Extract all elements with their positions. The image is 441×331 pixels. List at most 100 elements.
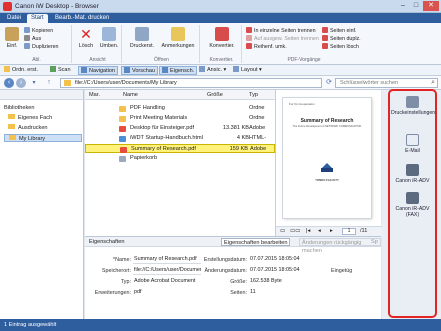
view-toolbar: Ordn. erst. Scan Navigation Vorschau Eig… bbox=[0, 65, 441, 76]
column-mark[interactable]: Mar. bbox=[89, 90, 100, 100]
column-size[interactable]: Größe bbox=[207, 90, 223, 100]
status-text: 1 Eintrag ausgewählt bbox=[4, 322, 57, 328]
scan-icon bbox=[50, 66, 56, 72]
view-menu-button[interactable]: Ansic. ▾ bbox=[197, 66, 228, 75]
insert-pages-button[interactable]: Seiten einf. bbox=[322, 27, 357, 34]
document-subtitle: The Future Development of NETWORK COMMUN… bbox=[292, 125, 362, 128]
document-title: Summary of Research bbox=[300, 118, 354, 124]
reverse-order-button[interactable]: Reihenf. umk. bbox=[246, 43, 287, 50]
first-page-icon[interactable]: |◂ bbox=[306, 227, 310, 236]
rename-button[interactable]: Umben. bbox=[98, 27, 120, 49]
properties-title: Eigenschaften bbox=[89, 239, 125, 245]
up-folder-icon[interactable]: ↑ bbox=[44, 78, 54, 88]
convert-button[interactable]: Konvertier. bbox=[206, 27, 238, 49]
delete-button[interactable]: ✕ Lösch bbox=[76, 27, 96, 49]
split-pages-button[interactable]: In einzelne Seiten trennen bbox=[246, 27, 316, 34]
folder-icon bbox=[8, 124, 15, 129]
modified-label: Änderungsdatum: bbox=[204, 268, 247, 274]
list-item[interactable]: Print Meeting Materials Ordne bbox=[85, 114, 275, 123]
save-properties-button[interactable]: Sp bbox=[371, 237, 378, 247]
undo-changes-button[interactable]: Änderungen rückgängig machen bbox=[299, 238, 381, 254]
split-icon bbox=[246, 27, 252, 33]
group-label: Abl. bbox=[32, 57, 41, 63]
list-header: Mar. Name Größe Typ bbox=[85, 90, 275, 100]
page-number-input[interactable]: 1 bbox=[342, 228, 356, 235]
duplicate-pages-button[interactable]: Seiten duplz. bbox=[322, 35, 361, 42]
group-label: Ansicht bbox=[89, 57, 106, 63]
sidebar-item-my-library[interactable]: My Library bbox=[4, 134, 82, 142]
edit-properties-button[interactable]: Eigenschaften bearbeiten bbox=[221, 238, 291, 246]
sidebar-item-personal-box[interactable]: Eigenes Fach bbox=[8, 114, 52, 122]
duplicate-button[interactable]: Duplizieren bbox=[24, 43, 59, 50]
ribbon-tabs: Datei Start Bearb.-Mat. drucken bbox=[0, 13, 441, 23]
modified-value: 07.07.2015 18:05:04 bbox=[250, 267, 300, 273]
print-settings-button[interactable]: Druckeinstellungen bbox=[391, 96, 435, 116]
preview-toggle[interactable]: Vorschau bbox=[121, 66, 158, 75]
location-label: Speicherort: bbox=[101, 268, 131, 274]
two-page-view-icon[interactable]: ▭▭ bbox=[290, 227, 301, 236]
search-input[interactable]: Schlüsselwörter suchen ⌕ bbox=[335, 78, 438, 88]
group-open: Druckerst. Anmerkungen Öffnen bbox=[124, 25, 200, 63]
group-clipboard: Einf. Kopieren Aus Duplizieren Abl. bbox=[2, 25, 72, 63]
email-button[interactable]: E-Mail bbox=[391, 134, 434, 154]
tab-start[interactable]: Start bbox=[27, 14, 48, 23]
preview-pane: For IG Cooperation Summary of Research T… bbox=[275, 90, 382, 236]
list-item[interactable]: Papierkorb bbox=[85, 154, 275, 163]
copy-button[interactable]: Kopieren bbox=[24, 27, 53, 34]
document-footer-text: YONDO FACULTY bbox=[315, 178, 339, 182]
new-folder-button[interactable]: Ordn. erst. bbox=[2, 66, 40, 75]
tab-print-materials[interactable]: Bearb.-Mat. drucken bbox=[51, 14, 113, 23]
canon-ir-adv-fax-button[interactable]: Canon iR-ADV (FAX) bbox=[391, 192, 434, 218]
paste-icon bbox=[5, 27, 19, 41]
created-label: Erstellungsdatum: bbox=[203, 257, 247, 263]
navigation-toggle[interactable]: Navigation bbox=[78, 66, 118, 75]
preview-page[interactable]: For IG Cooperation Summary of Research T… bbox=[283, 98, 371, 218]
annotations-button[interactable]: Anmerkungen bbox=[158, 27, 198, 49]
back-icon[interactable]: ‹ bbox=[4, 78, 14, 88]
group-view: ✕ Lösch Umben. Ansicht bbox=[74, 25, 122, 63]
title-bar: Canon iW Desktop - Browser – □ ✕ bbox=[0, 0, 441, 13]
properties-toggle[interactable]: Eigensch. bbox=[159, 66, 198, 75]
insert-page-icon bbox=[322, 27, 328, 33]
printer-settings-button[interactable]: Druckerst. bbox=[128, 27, 156, 49]
address-field[interactable]: file://C:/Users/user/Documents/My Librar… bbox=[60, 78, 322, 88]
list-item-selected[interactable]: Summary of Research.pdf 159 KB Adobe bbox=[85, 144, 275, 153]
page-count: /11 bbox=[360, 228, 368, 234]
history-dropdown-icon[interactable]: ▾ bbox=[29, 78, 39, 88]
next-page-icon[interactable]: ▸ bbox=[330, 227, 333, 236]
list-item[interactable]: PDF Handling Ordne bbox=[85, 104, 275, 113]
previous-page-icon[interactable]: ◂ bbox=[318, 227, 321, 236]
group-label: Öffnen bbox=[154, 57, 169, 63]
paste-button[interactable]: Einf. bbox=[4, 27, 20, 49]
layout-menu-button[interactable]: Layout ▾ bbox=[231, 66, 264, 75]
column-name[interactable]: Name bbox=[123, 90, 138, 100]
refresh-icon[interactable]: ⟳ bbox=[324, 78, 334, 88]
column-type[interactable]: Typ bbox=[249, 90, 258, 100]
close-icon[interactable]: ✕ bbox=[423, 1, 439, 11]
printer-settings-icon bbox=[406, 96, 419, 108]
forward-icon[interactable]: › bbox=[16, 78, 26, 88]
list-item[interactable]: Desktop für Einsteiger.pdf 13.381 KB Ado… bbox=[85, 124, 275, 133]
sidebar-item-printouts[interactable]: Ausdrucken bbox=[8, 124, 48, 132]
pages-value: 11 bbox=[250, 289, 256, 295]
cut-button[interactable]: Aus bbox=[24, 35, 41, 42]
fax-icon bbox=[406, 192, 419, 204]
folder-icon bbox=[64, 80, 71, 86]
duplicate-page-icon bbox=[322, 35, 328, 41]
split-selected-icon bbox=[246, 35, 252, 41]
delete-pages-button[interactable]: Seiten lösch bbox=[322, 43, 359, 50]
status-bar: 1 Eintrag ausgewählt bbox=[0, 319, 441, 331]
split-selected-button[interactable]: Auf ausgew. Seiten trennen bbox=[246, 35, 319, 42]
library-root[interactable]: Bibliotheken bbox=[4, 104, 34, 112]
preview-icon bbox=[124, 67, 130, 73]
created-value: 07.07.2015 18:05:04 bbox=[250, 256, 300, 262]
list-item[interactable]: iWDT Startup-Handbuch.html 4 KB HTML- bbox=[85, 134, 275, 143]
minimize-icon[interactable]: – bbox=[397, 1, 409, 11]
tab-datei[interactable]: Datei bbox=[3, 14, 25, 23]
maximize-icon[interactable]: □ bbox=[410, 1, 422, 11]
canon-ir-adv-button[interactable]: Canon iR-ADV bbox=[391, 164, 434, 184]
search-icon[interactable]: ⌕ bbox=[431, 79, 435, 87]
scan-button[interactable]: Scan bbox=[48, 66, 73, 75]
name-field[interactable]: Summary of Research.pdf bbox=[133, 256, 201, 264]
single-page-view-icon[interactable]: ▭ bbox=[280, 227, 285, 236]
